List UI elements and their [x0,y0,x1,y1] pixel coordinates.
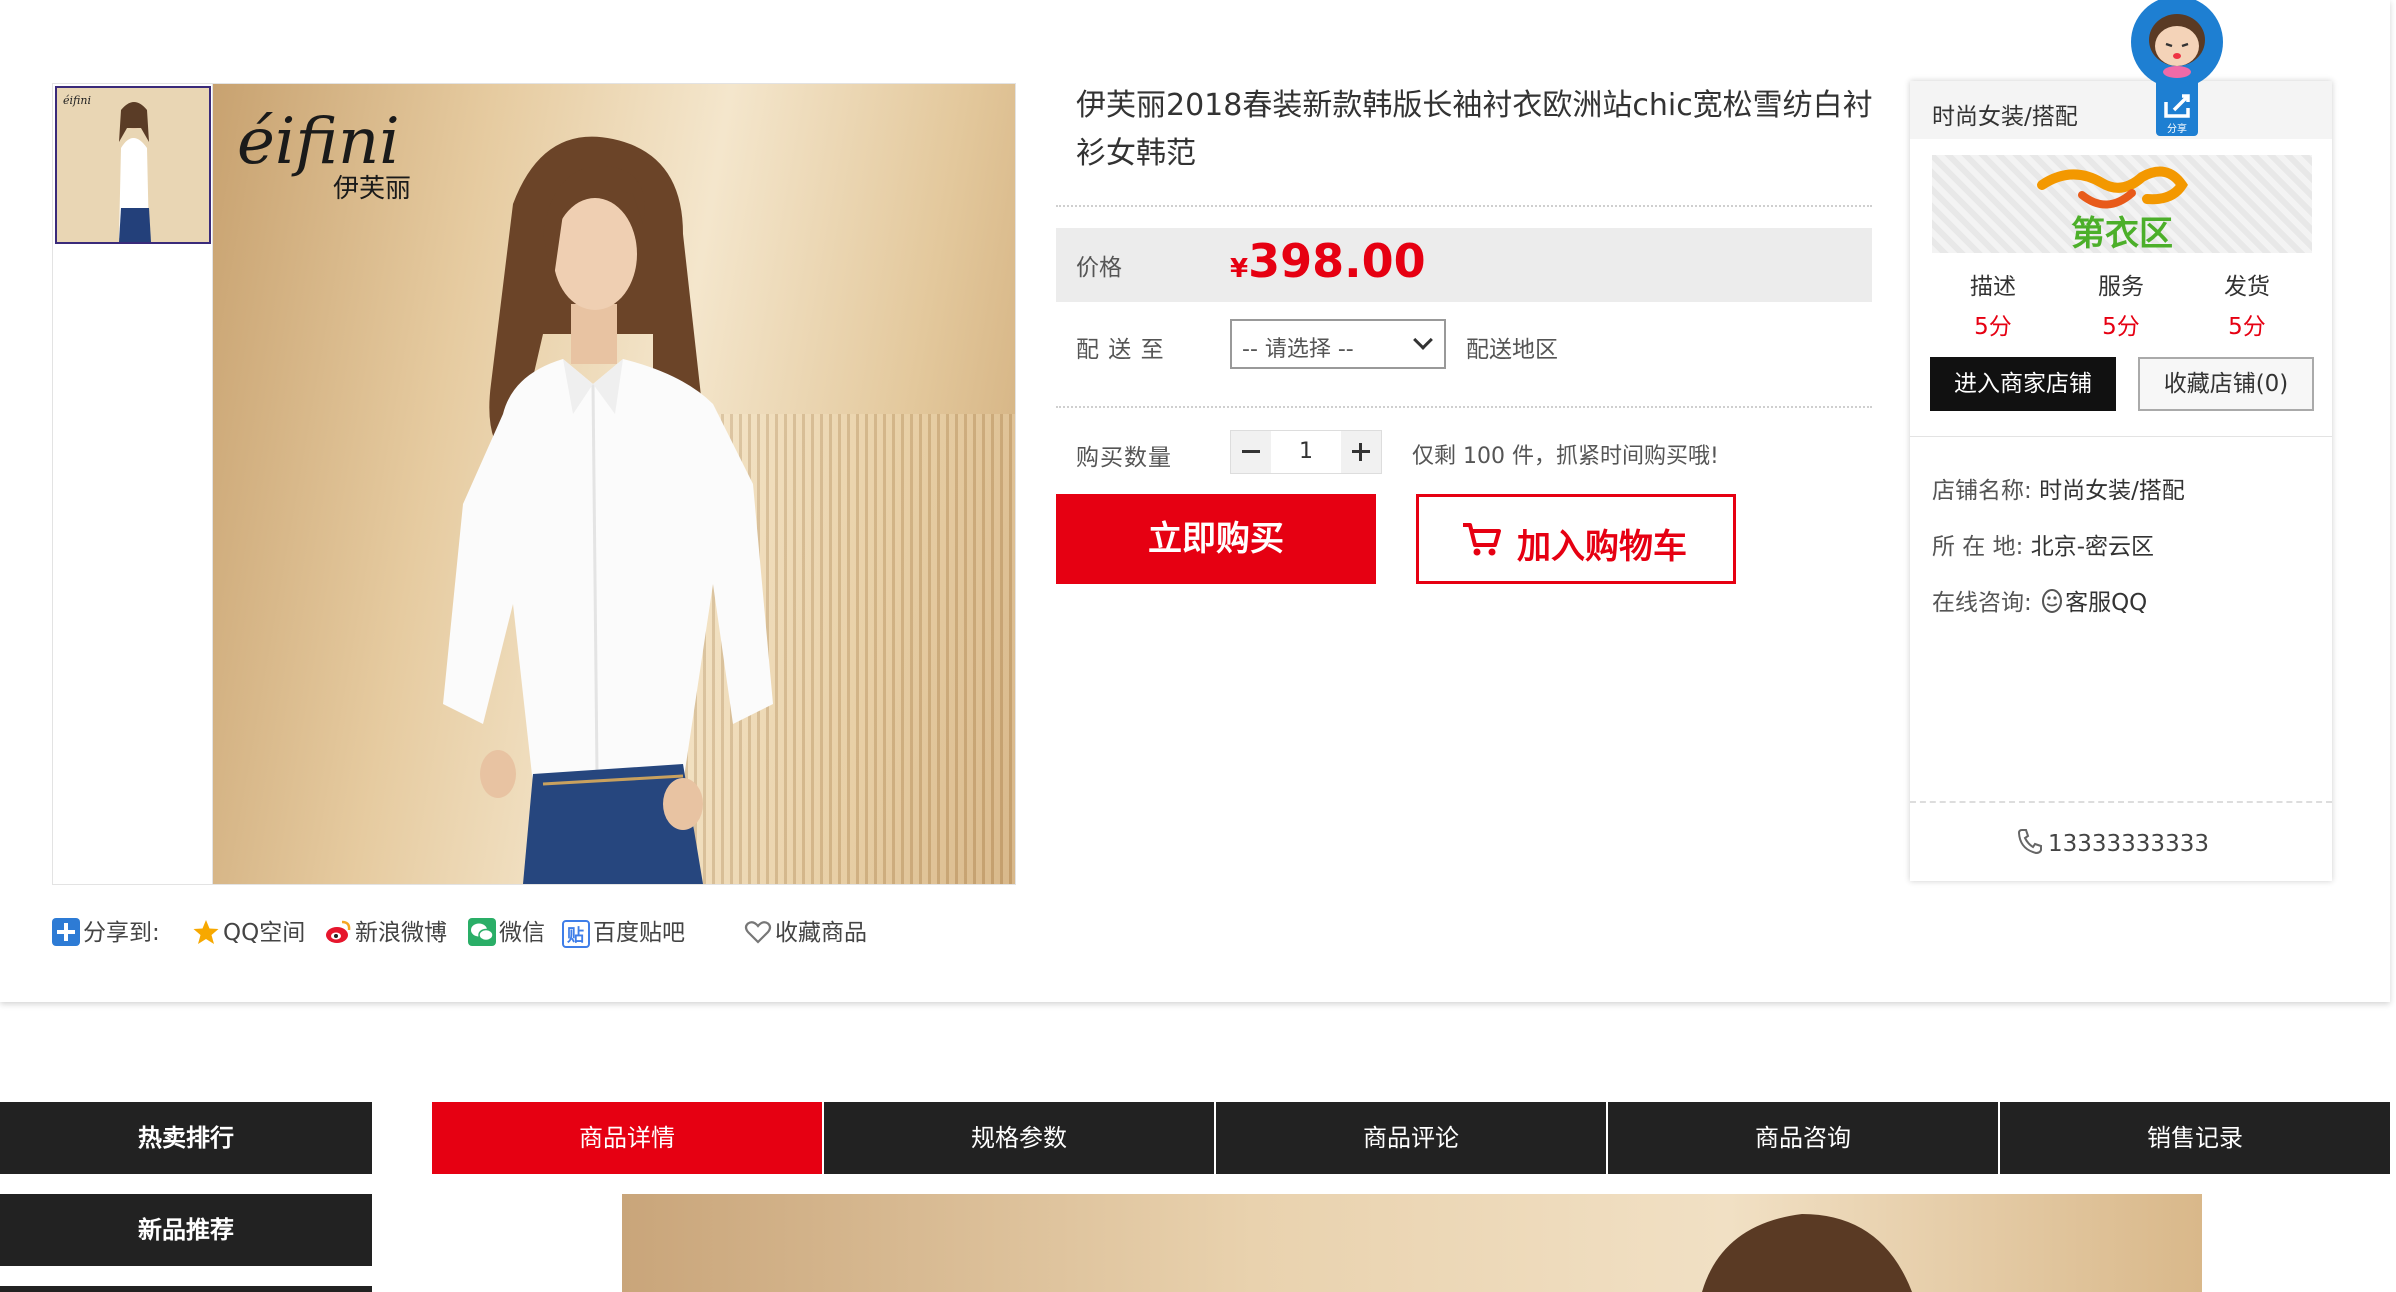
shipping-select-value: -- 请选择 -- [1242,337,1354,362]
detail-tabs: 商品详情 规格参数 商品评论 商品咨询 销售记录 [432,1102,2394,1174]
quantity-stepper: 1 [1230,430,1382,474]
add-to-cart-label: 加入购物车 [1517,527,1687,567]
floating-share-widget[interactable]: 分享 [2130,0,2224,138]
svg-text:éifini: éifini [63,94,91,107]
customer-service-qq[interactable]: 客服QQ [2039,589,2147,616]
favorite-store-button[interactable]: 收藏店铺(0) [2138,357,2314,411]
shipping-label: 配 送 至 [1076,337,1165,363]
thumbnail-image[interactable]: éifini [55,86,211,244]
weibo-icon [324,918,352,946]
tieba-icon: 贴 [562,920,590,948]
enter-store-button[interactable]: 进入商家店铺 [1930,357,2116,411]
svg-text:贴: 贴 [567,925,584,946]
tab-sales-records[interactable]: 销售记录 [2000,1102,2390,1174]
online-consult-row: 在线咨询: 客服QQ [1932,589,2148,616]
store-location-row: 所 在 地: 北京-密云区 [1932,534,2154,560]
tab-specifications[interactable]: 规格参数 [824,1102,1214,1174]
new-products-header[interactable]: 新品推荐 [0,1194,372,1266]
share-wechat[interactable]: 微信 [468,916,545,950]
heart-icon [744,918,772,946]
plus-button[interactable] [1341,431,1381,473]
currency-symbol: ¥ [1230,254,1249,284]
store-header-title: 时尚女装/搭配 [1932,104,2078,130]
minus-button[interactable] [1231,431,1271,473]
floating-share-label: 分享 [2167,122,2187,135]
store-name-row: 店铺名称: 时尚女装/搭配 [1932,478,2185,504]
tab-product-details[interactable]: 商品详情 [432,1102,822,1174]
share-label: 分享到: [52,916,160,950]
share-qzone[interactable]: QQ空间 [192,916,305,950]
cart-icon [1463,523,1501,556]
detail-image [622,1194,2202,1292]
price-bar: 价格 ¥398.00 [1056,228,1872,302]
price-value: ¥398.00 [1230,234,1426,288]
quantity-label: 购买数量 [1076,445,1172,471]
thumbnail-column: éifini [53,84,213,884]
product-gallery: éifini éifini 伊芙丽 [52,83,1016,885]
price-amount: 398.00 [1248,234,1426,288]
store-location-value: 北京-密云区 [2030,534,2154,560]
share-tieba[interactable]: 贴 百度贴吧 [562,916,685,950]
share-plus-icon [52,918,80,946]
qzone-star-icon [192,918,220,946]
store-card: 时尚女装/搭配 第衣区 描述 5分 服务 5分 发货 5分 进入商家店铺 收藏店… [1910,81,2332,881]
chevron-down-icon [1413,330,1433,350]
sidebar-next-section [0,1286,372,1292]
quantity-input[interactable]: 1 [1271,431,1341,473]
hot-ranking-header[interactable]: 热卖排行 [0,1102,372,1174]
buy-now-button[interactable]: 立即购买 [1056,494,1376,584]
favorite-product[interactable]: 收藏商品 [744,916,867,950]
divider [1056,205,1872,207]
rating-description: 描述 5分 [1970,274,2016,340]
phone-icon [2017,829,2042,855]
divider [1056,406,1872,408]
product-panel: éifini éifini 伊芙丽 伊芙丽2018春装新款韩版长袖衬衣欧洲站ch… [0,0,2390,1002]
shipping-select[interactable]: -- 请选择 -- [1230,319,1446,369]
product-title: 伊芙丽2018春装新款韩版长袖衬衣欧洲站chic宽松雪纺白衬衫女韩范 [1076,88,1873,171]
tab-reviews[interactable]: 商品评论 [1216,1102,1606,1174]
divider [1910,801,2332,803]
rating-service: 服务 5分 [2098,274,2144,340]
add-to-cart-button[interactable]: 加入购物车 [1416,494,1736,584]
wechat-icon [468,918,496,946]
shipping-area-label: 配送地区 [1466,337,1558,363]
share-weibo[interactable]: 新浪微博 [324,916,447,950]
price-label: 价格 [1076,255,1122,281]
stock-note: 仅剩 100 件，抓紧时间购买哦! [1412,444,1719,469]
rating-delivery: 发货 5分 [2224,274,2270,340]
divider [1910,436,2332,437]
store-header: 时尚女装/搭配 [1910,81,2332,139]
store-logo[interactable]: 第衣区 [1932,155,2312,254]
store-logo-text: 第衣区 [2071,214,2173,253]
qq-penguin-icon [2042,589,2063,613]
main-product-image[interactable]: éifini 伊芙丽 [213,84,1015,884]
store-name-value: 时尚女装/搭配 [2039,478,2185,504]
store-phone: 13333333333 [2016,827,2209,857]
model-figure [443,136,773,884]
tab-inquiries[interactable]: 商品咨询 [1608,1102,1998,1174]
